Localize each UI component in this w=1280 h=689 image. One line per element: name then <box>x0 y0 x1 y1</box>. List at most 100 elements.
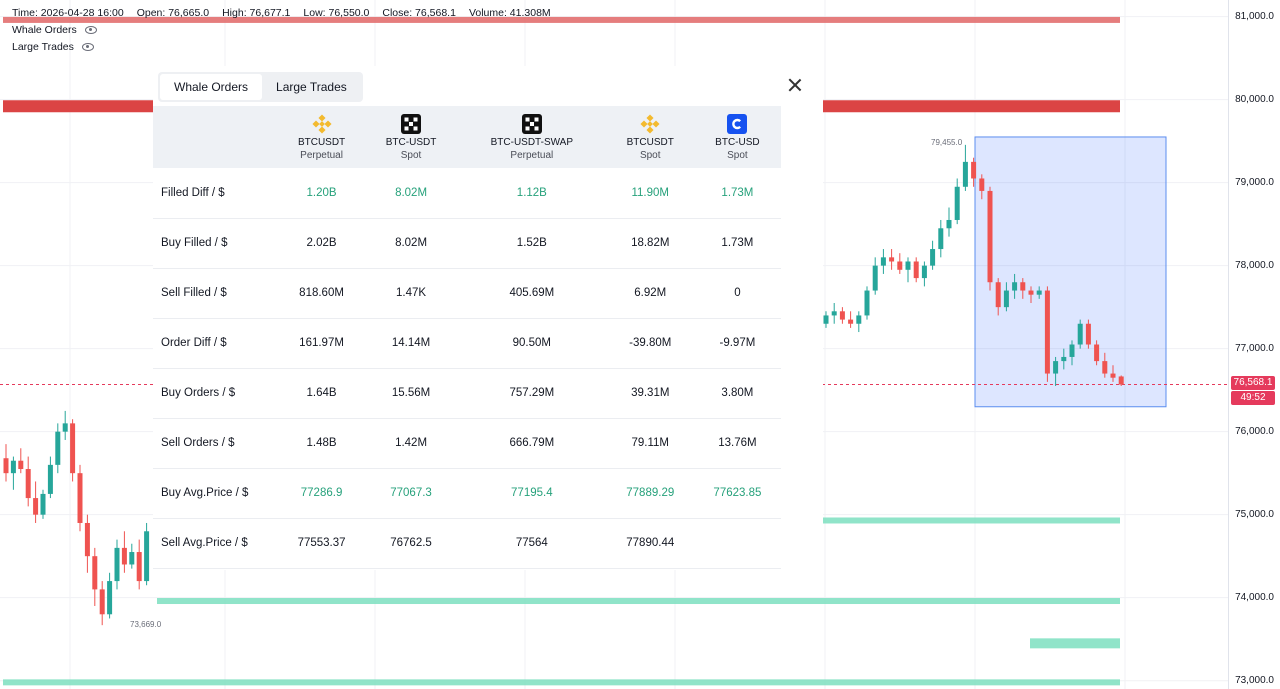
row-label: Filled Diff / $ <box>153 168 278 219</box>
candle-body <box>1003 290 1009 308</box>
tab-large-trades[interactable]: Large Trades <box>262 74 361 100</box>
price-scale-label: 78,000.0 <box>1235 259 1274 271</box>
candle-body <box>979 178 985 191</box>
column-header: BTCUSDT Spot <box>607 106 694 168</box>
candle-body <box>84 522 90 557</box>
buy-wall-level <box>157 598 1120 605</box>
table-cell: -9.97M <box>693 318 781 369</box>
table-cell: 77286.9 <box>278 468 366 519</box>
candle-body <box>1044 290 1050 374</box>
column-type: Spot <box>400 149 422 161</box>
candle-body <box>1053 361 1059 374</box>
price-scale-label: 80,000.0 <box>1235 93 1274 105</box>
candle-body <box>1085 323 1091 345</box>
candle-body <box>995 282 1001 308</box>
indicator-whale-orders[interactable]: Whale Orders <box>12 24 97 36</box>
table-cell: 77890.44 <box>606 518 694 569</box>
close-icon[interactable] <box>786 76 804 94</box>
binance-logo-icon <box>312 113 332 134</box>
candle-body <box>1036 290 1042 295</box>
candle-body <box>962 161 968 187</box>
candle-body <box>913 261 919 279</box>
table-cell: 18.82M <box>606 218 694 269</box>
table-cell: 8.02M <box>365 218 457 269</box>
candle-body <box>971 161 977 179</box>
whale-orders-table: BTCUSDT Perpetual BTC-USDT Spot BTC-USDT… <box>153 106 781 569</box>
indicator-large-trades[interactable]: Large Trades <box>12 41 94 53</box>
candle-body <box>1061 356 1067 362</box>
chart-area[interactable]: Time: 2026-04-28 16:00 Open: 76,665.0 High… <box>0 0 1228 689</box>
table-cell: 161.97M <box>278 318 366 369</box>
row-label: Buy Avg.Price / $ <box>153 468 278 519</box>
candle-body <box>880 257 886 266</box>
row-label: Buy Filled / $ <box>153 218 278 269</box>
table-cell: 77067.3 <box>365 468 457 519</box>
table-row: Filled Diff / $1.20B 8.02M 1.12B 11.90M 1.73… <box>153 168 781 219</box>
price-scale-label: 74,000.0 <box>1235 591 1274 603</box>
table-body: Filled Diff / $1.20B 8.02M 1.12B 11.90M 1.73… <box>153 168 781 569</box>
table-cell: 1.20B <box>278 168 366 219</box>
candle-body <box>114 547 120 582</box>
candle-body <box>121 547 127 565</box>
table-cell: 15.56M <box>365 368 457 419</box>
row-label: Buy Orders / $ <box>153 368 278 419</box>
table-cell: 76762.5 <box>365 518 457 569</box>
candle-body <box>848 319 854 324</box>
candle-body <box>1094 344 1100 362</box>
table-row: Sell Avg.Price / $77553.37 76762.5 77564 77… <box>153 518 781 569</box>
current-price-tag: 76,568.1 <box>1231 376 1275 390</box>
candle-body <box>136 552 142 582</box>
legend-close: Close: 76,568.1 <box>382 7 456 19</box>
candle-body <box>1020 282 1026 291</box>
indicator-label: Whale Orders <box>12 24 77 36</box>
table-cell: 77195.4 <box>456 468 607 519</box>
legend-time: Time: 2026-04-28 16:00 <box>12 7 124 19</box>
column-header: BTCUSDT Perpetual <box>278 106 365 168</box>
legend-high: High: 76,677.1 <box>222 7 291 19</box>
row-label: Order Diff / $ <box>153 318 278 369</box>
candle-body <box>823 315 829 324</box>
column-symbol: BTCUSDT <box>297 136 346 148</box>
tab-whale-orders[interactable]: Whale Orders <box>160 74 263 100</box>
panel-tabs: Whale Orders Large Trades <box>158 72 363 102</box>
table-header-row: BTCUSDT Perpetual BTC-USDT Spot BTC-USDT… <box>153 106 781 168</box>
buy-wall-level <box>1030 638 1120 649</box>
candle-body <box>40 493 46 515</box>
okx-logo-icon <box>401 113 422 134</box>
table-row: Buy Avg.Price / $77286.9 77067.3 77195.4 77… <box>153 468 781 519</box>
candle-body <box>77 473 83 523</box>
table-cell: 1.64B <box>278 368 366 419</box>
candle-body <box>62 423 68 432</box>
column-header: BTC-USDT-SWAP Perpetual <box>457 106 607 168</box>
table-cell <box>693 518 781 569</box>
candle-body <box>70 423 76 474</box>
table-cell: 79.11M <box>606 418 694 469</box>
table-cell: 77553.37 <box>278 518 366 569</box>
candle-body <box>856 315 862 324</box>
candle-body <box>3 458 9 474</box>
eye-icon[interactable] <box>84 26 97 34</box>
high-marker-label: 79,455.0 <box>931 138 963 147</box>
candle-body <box>55 431 61 465</box>
candle-body <box>92 556 98 590</box>
candle-body <box>864 290 870 316</box>
column-type: Perpetual <box>300 149 343 161</box>
column-symbol: BTCUSDT <box>626 136 674 148</box>
table-cell: 77564 <box>456 518 607 569</box>
candle-body <box>33 498 39 515</box>
table-row: Order Diff / $161.97M 14.14M 90.50M -39.80M… <box>153 318 781 369</box>
binance-logo-icon <box>640 113 660 134</box>
candle-body <box>47 464 53 494</box>
candle-body <box>107 581 113 615</box>
column-header: BTC-USDT Spot <box>365 106 457 168</box>
candle-body <box>872 265 878 291</box>
eye-icon[interactable] <box>81 43 94 51</box>
table-cell: 1.73M <box>693 168 781 219</box>
candle-body <box>1077 323 1083 345</box>
column-symbol: BTC-USDT <box>385 136 437 148</box>
table-cell: 1.12B <box>456 168 607 219</box>
column-type: Spot <box>639 149 661 161</box>
price-scale[interactable]: 81,000.0 80,000.0 79,000.0 78,000.0 77,000.0… <box>1228 0 1280 689</box>
candle-body <box>18 460 24 470</box>
table-cell: 818.60M <box>278 268 366 319</box>
